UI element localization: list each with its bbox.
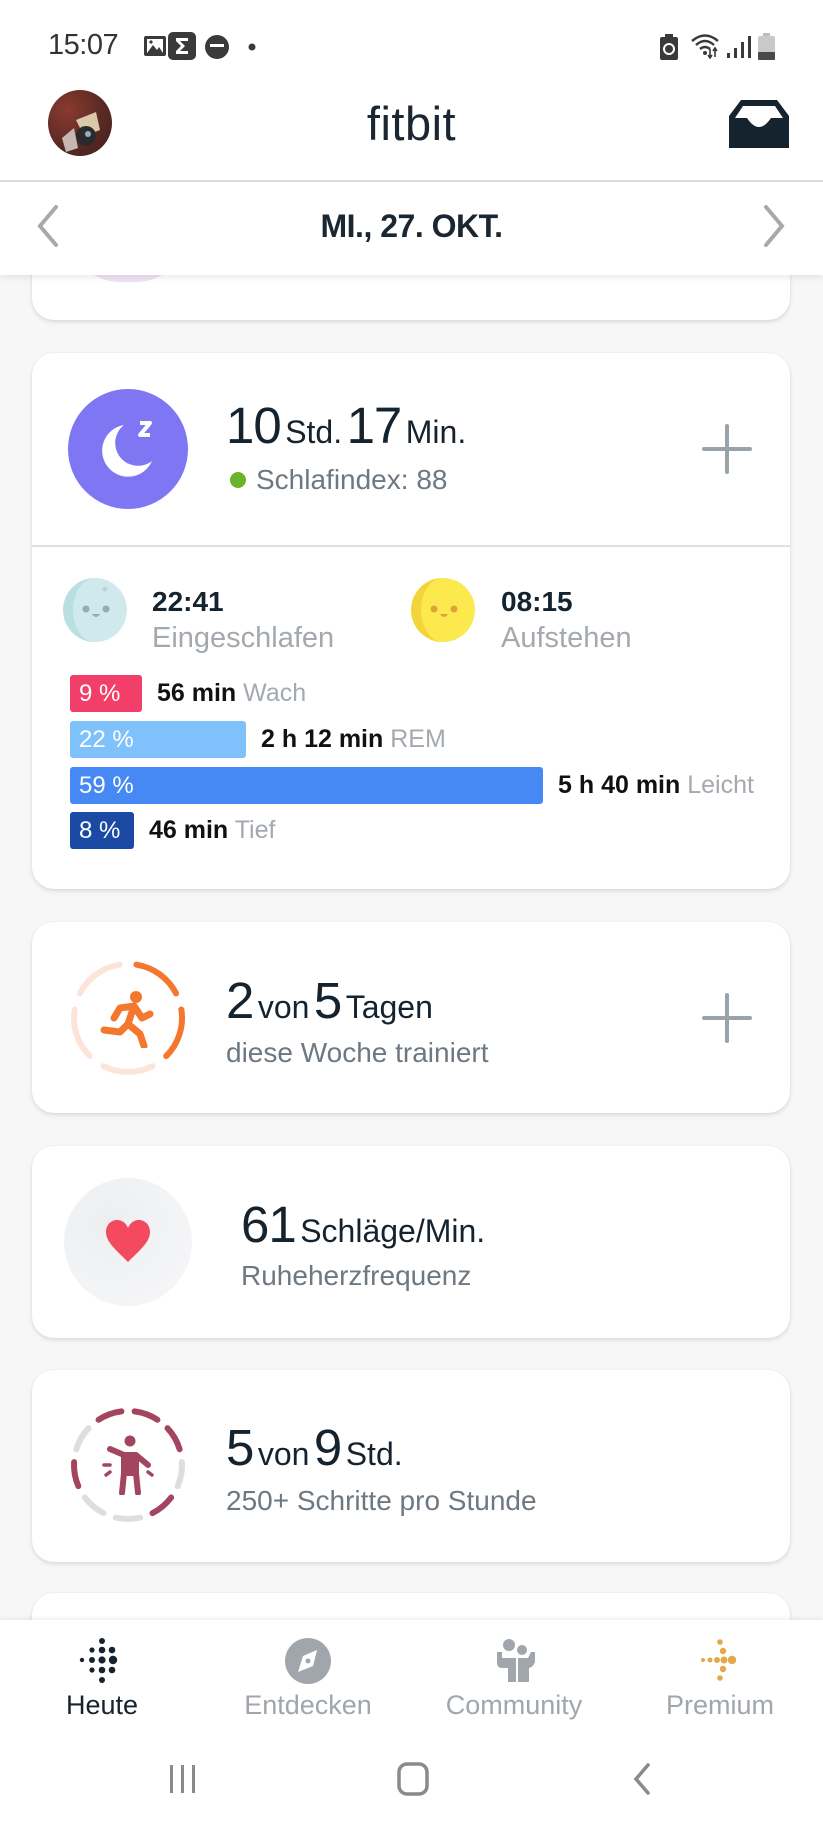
- sleep-stage-label-wach: 56 min Wach: [157, 675, 306, 712]
- hourly-goal: 9: [313, 1419, 342, 1476]
- exercise-goal: 5: [313, 972, 342, 1029]
- stage-name: Tief: [228, 816, 276, 844]
- running-icon: [100, 991, 154, 1048]
- hourly-unit: Std.: [345, 1436, 403, 1472]
- score-status-dot: [230, 472, 246, 489]
- sun-face-icon: [411, 578, 475, 642]
- fell-asleep-time: 22:41: [152, 586, 224, 617]
- heart-rate-subtitle: Ruheherzfrequenz: [241, 1260, 472, 1291]
- exercise-subtitle: diese Woche trainiert: [226, 1037, 489, 1068]
- chevron-right-icon[interactable]: [756, 203, 792, 249]
- exercise-ring-segment: [100, 1063, 156, 1075]
- heart-rate-value: 61: [241, 1196, 297, 1253]
- compass-icon: [285, 1638, 331, 1684]
- hourly-ring-segment: [112, 1514, 144, 1522]
- premium-dots-icon: [701, 1639, 737, 1681]
- status-time: 15:07: [48, 29, 119, 61]
- exercise-title: 2 von 5 Tagen: [226, 971, 433, 1030]
- heart-icon-container: [64, 1178, 192, 1306]
- sleep-stage-label-tief: 46 min Tief: [149, 812, 275, 849]
- date-label[interactable]: MI., 27. OKT.: [0, 208, 823, 245]
- sleep-stage-bar-tief: 8 %: [70, 812, 134, 849]
- hourly-ring-segment: [73, 1425, 92, 1453]
- battery-saver-icon: [660, 34, 678, 60]
- heart-icon: [106, 1220, 150, 1262]
- exercise-done: 2: [226, 972, 254, 1029]
- add-sleep-button[interactable]: [702, 424, 752, 474]
- signal-icon: [727, 36, 751, 58]
- hourly-ring-segment: [131, 1408, 161, 1423]
- recent-apps-icon[interactable]: [166, 1762, 200, 1796]
- hourly-ring-segment: [164, 1425, 183, 1453]
- community-icon: [497, 1639, 535, 1682]
- hourly-ring-segment: [149, 1494, 175, 1517]
- nav-label-community: Community: [445, 1690, 583, 1720]
- inbox-icon[interactable]: [729, 100, 789, 148]
- sleep-stage-bar-leicht: 59 %: [70, 767, 543, 804]
- fitbit-dots-icon: [79, 1638, 118, 1683]
- battery-icon: [758, 33, 775, 60]
- sleep-score: Schlafindex: 88: [226, 464, 447, 496]
- sleep-score-label: Schlafindex: 88: [256, 464, 448, 495]
- hourly-ring-segment: [81, 1494, 107, 1517]
- exercise-of: von: [257, 989, 310, 1025]
- fitbit-logo: fitbit: [366, 97, 457, 150]
- exercise-ring-segment: [163, 1006, 185, 1060]
- stage-name: Wach: [236, 679, 307, 707]
- nav-tab-discover[interactable]: Entdecken: [208, 1628, 408, 1738]
- hourly-ring-segment: [71, 1459, 82, 1490]
- sleep-duration: 10 Std. 17 Min.: [226, 396, 466, 455]
- fell-asleep-label: Eingeschlafen: [152, 622, 335, 654]
- stage-duration: 5 h 40 min: [558, 771, 681, 799]
- hourly-activity-title: 5 von 9 Std.: [226, 1418, 403, 1477]
- add-exercise-button[interactable]: [702, 993, 752, 1043]
- nav-label-premium: Premium: [665, 1690, 774, 1720]
- sleep-hours: 10: [226, 397, 282, 454]
- sleep-hours-unit: Std.: [285, 414, 343, 450]
- hourly-done: 5: [226, 1419, 254, 1476]
- nav-tab-today[interactable]: Heute: [2, 1628, 202, 1738]
- hourly-ring-segment: [95, 1408, 125, 1423]
- sigma-app-icon: [168, 32, 196, 60]
- wake-label: Aufstehen: [501, 622, 632, 654]
- wifi-icon: [691, 34, 719, 59]
- standing-person-icon: [102, 1435, 154, 1495]
- nav-tab-community[interactable]: Community: [414, 1628, 614, 1738]
- stage-duration: 2 h 12 min: [261, 725, 384, 753]
- heart-rate-title: 61 Schläge/Min.: [241, 1195, 485, 1254]
- hourly-of: von: [257, 1436, 310, 1472]
- hourly-ring-segment: [174, 1459, 185, 1490]
- wake-time: 08:15: [501, 586, 573, 617]
- sleep-minutes: 17: [346, 397, 403, 454]
- heart-rate-unit: Schläge/Min.: [300, 1213, 486, 1249]
- exercise-ring-segment: [71, 1006, 93, 1060]
- sleep-stage-label-leicht: 5 h 40 min Leicht: [558, 767, 754, 804]
- sleep-icon: [68, 389, 188, 509]
- moon-face-icon: [63, 578, 127, 642]
- divider: [32, 545, 790, 547]
- stage-name: REM: [383, 725, 446, 753]
- nav-label-discover: Entdecken: [244, 1690, 372, 1720]
- stage-duration: 46 min: [149, 816, 229, 844]
- hourly-activity-subtitle: 250+ Schritte pro Stunde: [226, 1485, 537, 1516]
- nav-label-today: Heute: [65, 1690, 139, 1720]
- sleep-stage-bar-wach: 9 %: [70, 675, 142, 712]
- gallery-icon: [144, 36, 166, 56]
- stage-name: Leicht: [680, 771, 754, 799]
- stage-duration: 56 min: [157, 679, 237, 707]
- sleep-stage-bar-rem: 22 %: [70, 721, 246, 758]
- back-icon[interactable]: [628, 1762, 658, 1796]
- notification-dot-icon: [248, 43, 256, 51]
- dnd-icon: [205, 35, 229, 59]
- sleep-stage-label-rem: 2 h 12 min REM: [261, 721, 446, 758]
- sleep-minutes-unit: Min.: [405, 414, 467, 450]
- nav-tab-premium[interactable]: Premium: [620, 1628, 820, 1738]
- exercise-unit: Tagen: [345, 989, 433, 1025]
- home-icon[interactable]: [396, 1762, 430, 1796]
